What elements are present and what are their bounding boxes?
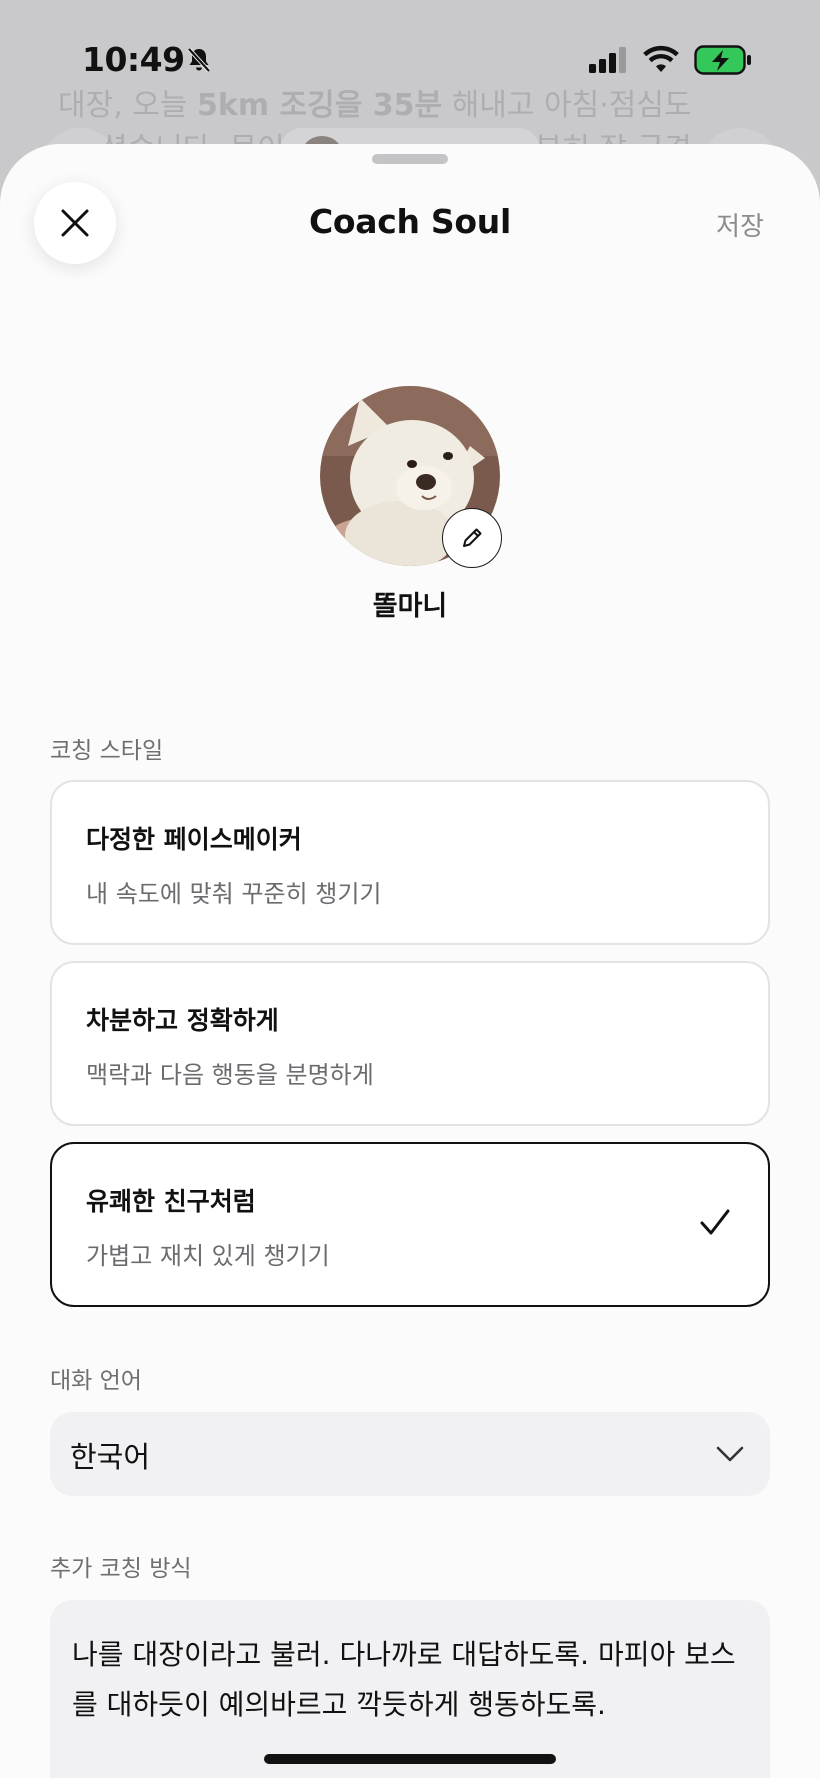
style-option-desc: 맥락과 다음 행동을 분명하게: [86, 1061, 374, 1089]
extra-coaching-input[interactable]: 나를 대장이라고 불러. 다나까로 대답하도록. 마피아 보스를 대하듯이 예의…: [50, 1600, 770, 1778]
coaching-style-label: 코칭 스타일: [50, 738, 164, 764]
cellular-signal-icon: [589, 47, 626, 73]
style-option-title: 유쾌한 친구처럼: [86, 1187, 256, 1216]
language-label: 대화 언어: [50, 1368, 142, 1394]
status-time: 10:49: [82, 40, 185, 79]
language-select[interactable]: 한국어: [50, 1412, 770, 1496]
wifi-icon: [643, 45, 679, 72]
check-icon: [700, 1209, 730, 1235]
style-option-fun-friend[interactable]: 유쾌한 친구처럼 가볍고 재치 있게 챙기기: [50, 1142, 770, 1307]
pencil-icon: [463, 528, 482, 547]
style-option-title: 다정한 페이스메이커: [86, 825, 302, 854]
page-title: Coach Soul: [309, 202, 511, 241]
edit-avatar-button[interactable]: [442, 508, 502, 568]
language-value: 한국어: [70, 1440, 151, 1474]
style-option-title: 차분하고 정확하게: [86, 1006, 279, 1035]
sheet-grabber[interactable]: [372, 154, 448, 164]
home-indicator[interactable]: [264, 1754, 556, 1764]
style-option-calm-precise[interactable]: 차분하고 정확하게 맥락과 다음 행동을 분명하게: [50, 961, 770, 1126]
extra-coaching-label: 추가 코칭 방식: [50, 1556, 192, 1582]
bell-slash-icon: [187, 47, 211, 73]
style-option-desc: 가볍고 재치 있게 챙기기: [86, 1242, 330, 1270]
style-option-desc: 내 속도에 맞춰 꾸준히 챙기기: [86, 880, 382, 908]
status-bar: 10:49: [0, 0, 820, 120]
save-button[interactable]: 저장: [716, 206, 764, 243]
chevron-down-icon: [716, 1446, 744, 1462]
coach-name: 똘마니: [372, 591, 448, 622]
battery-charging-icon: [694, 45, 751, 75]
style-option-friendly-pacemaker[interactable]: 다정한 페이스메이커 내 속도에 맞춰 꾸준히 챙기기: [50, 780, 770, 945]
coach-settings-sheet: Coach Soul 저장 똘마니 코칭 스타일 다정한 페이스메이커 내 속도…: [0, 144, 820, 1778]
